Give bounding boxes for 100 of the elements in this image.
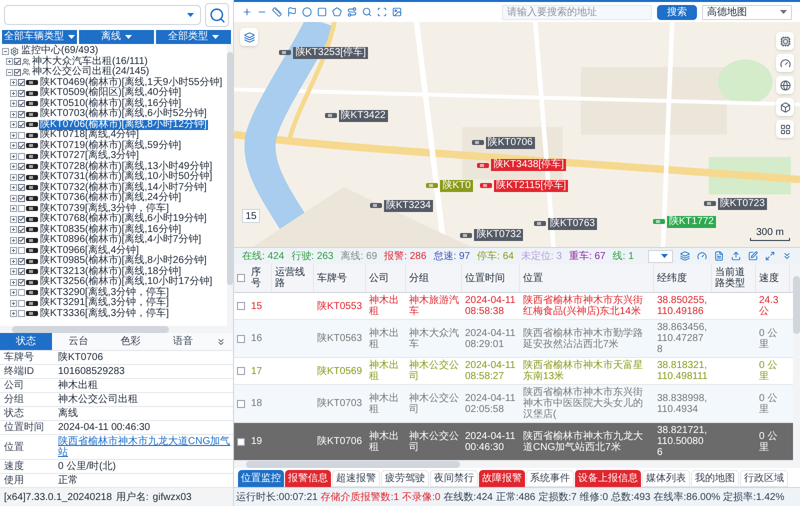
checkbox[interactable]	[18, 132, 25, 139]
column-header[interactable]: 位置时间	[462, 264, 520, 292]
expand-icon[interactable]	[10, 132, 17, 139]
tree-item[interactable]: 陕KT0509(榆阳区)[离线,40分钟]	[39, 88, 182, 98]
polygon-icon[interactable]	[332, 7, 342, 17]
tree-item[interactable]: 陕KT3336[离线,3分钟，停车]	[39, 308, 170, 319]
status-count[interactable]: 怠速: 97	[433, 248, 470, 264]
tree-item[interactable]: 监控中心(69/493)	[20, 46, 100, 56]
tree-item[interactable]: 神木公交公司出租(24/145)	[31, 67, 150, 78]
checkbox[interactable]	[237, 334, 245, 342]
expand-icon[interactable]	[10, 90, 17, 97]
checkbox[interactable]	[18, 289, 25, 296]
fullscreen-icon[interactable]	[377, 7, 387, 17]
tree-item[interactable]: 陕KT0469(榆林市)[离线,1天9小时55分钟]	[39, 78, 224, 88]
expand-icon[interactable]	[10, 174, 17, 181]
tab[interactable]: 行政区域	[740, 470, 788, 487]
checkbox[interactable]	[18, 247, 25, 254]
tree-item[interactable]: 神木大众汽车出租(16/111)	[31, 56, 149, 67]
tree-item[interactable]: 陕KT0966[离线,4分钟]	[39, 246, 140, 256]
status-count[interactable]: 重车: 67	[568, 248, 606, 264]
checkbox[interactable]	[18, 90, 25, 97]
tab[interactable]: 媒体列表	[642, 470, 690, 487]
checkbox[interactable]	[18, 121, 25, 128]
checkbox[interactable]	[18, 194, 25, 202]
tab[interactable]: 系统事件	[526, 470, 574, 487]
tab[interactable]: 位置监控	[238, 470, 284, 487]
vehicle-label[interactable]: 陕KT3422	[338, 110, 388, 122]
tab[interactable]: 报警信息	[285, 470, 331, 487]
checkbox[interactable]	[18, 268, 25, 276]
expand-icon[interactable]	[10, 152, 17, 160]
tree-item[interactable]: 陕KT0739[离线,3分钟，停车]	[39, 204, 170, 214]
checkbox[interactable]	[237, 438, 245, 446]
checkbox[interactable]	[14, 58, 21, 66]
vehicle-label[interactable]: 陕KT0723	[718, 198, 767, 210]
globe-icon[interactable]	[776, 76, 794, 94]
checkbox[interactable]	[237, 367, 245, 375]
checkbox[interactable]	[18, 310, 25, 318]
checkbox[interactable]	[18, 226, 25, 234]
checkbox[interactable]	[18, 100, 25, 108]
tab[interactable]: 超速报警	[332, 470, 380, 487]
collapse-icon[interactable]	[2, 48, 9, 55]
vehicle-label[interactable]: 陕KT3438[停车]	[491, 159, 566, 172]
checkbox[interactable]	[18, 258, 25, 265]
column-header[interactable]: 公司	[366, 264, 406, 292]
expand-icon[interactable]	[10, 100, 17, 108]
expand-icon[interactable]	[10, 236, 17, 244]
tree-item[interactable]: 陕KT3213(榆林市)[离线,18分钟]	[39, 266, 182, 277]
tree-item[interactable]: 陕KT0736(榆林市)[离线,24分钟]	[39, 193, 182, 204]
tree-item[interactable]: 陕KT0896(榆林市)[离线,4小时7分钟]	[39, 235, 202, 246]
plus-icon[interactable]	[242, 7, 252, 17]
checkbox[interactable]	[18, 205, 25, 212]
expand-icon[interactable]	[10, 278, 17, 286]
checkbox[interactable]	[18, 236, 25, 244]
column-header[interactable]: 车牌号	[314, 264, 366, 292]
checkbox[interactable]	[18, 278, 25, 286]
checkbox[interactable]	[18, 216, 25, 223]
map-type-select[interactable]: 高德地图	[702, 4, 792, 20]
expand-icon[interactable]	[10, 142, 17, 150]
checkbox[interactable]	[18, 300, 25, 307]
image-icon[interactable]	[392, 7, 402, 17]
tree-item[interactable]: 陕KT0985(榆林市)[离线,8小时26分钟]	[39, 256, 208, 266]
expand-icon[interactable]	[10, 184, 17, 192]
expand-icon[interactable]	[10, 79, 17, 86]
collapse-icon[interactable]	[6, 68, 13, 76]
tree-item[interactable]: 陕KT0768(榆林市)[离线,6小时19分钟]	[39, 214, 208, 224]
checkbox[interactable]	[237, 302, 245, 310]
tree-item[interactable]: 陕KT0718[离线,4分钟]	[39, 130, 140, 140]
tree-item[interactable]: 陕KT0732(榆林市)[离线,14小时7分钟]	[39, 182, 208, 193]
expand-icon[interactable]	[10, 268, 17, 276]
tab[interactable]: 色彩	[104, 333, 157, 350]
expand-icon[interactable]	[10, 300, 17, 307]
tree-item[interactable]: 陕KT3256(榆林市)[离线,10小时17分钟]	[39, 277, 214, 288]
search-button[interactable]: 搜索	[657, 4, 697, 20]
route-icon[interactable]	[347, 7, 357, 17]
filter-dropdown[interactable]: 全部类型	[156, 30, 231, 44]
tree-item[interactable]: 陕KT0835(榆林市)[离线,16分钟]	[39, 224, 182, 235]
tab[interactable]: 我的地图	[691, 470, 739, 487]
column-header[interactable]: 分组	[406, 264, 462, 292]
square-icon[interactable]	[317, 7, 327, 17]
tree-item[interactable]: 陕KT3291[离线,3分钟，停车]	[39, 298, 170, 308]
scrollbar[interactable]	[0, 326, 233, 333]
column-header[interactable]: 经纬度	[654, 264, 712, 292]
checkbox[interactable]	[237, 274, 245, 282]
search-icon[interactable]	[362, 7, 372, 17]
tab[interactable]: 夜间禁行	[430, 470, 478, 487]
grid-icon[interactable]	[776, 120, 794, 138]
expand-icon[interactable]	[765, 251, 775, 261]
ruler-icon[interactable]	[272, 7, 282, 17]
tab[interactable]: 状态	[0, 333, 52, 350]
filter-dropdown[interactable]: 离线	[79, 30, 154, 44]
vehicle-label[interactable]: 陕KT3234	[384, 200, 433, 212]
column-header[interactable]: 当前道路类型	[712, 264, 756, 292]
chip-icon[interactable]	[776, 32, 794, 50]
expand-icon[interactable]	[10, 310, 17, 318]
filter-dropdown[interactable]: 全部车辆类型	[2, 30, 77, 44]
column-header[interactable]: 运营线路	[272, 264, 314, 292]
checkbox[interactable]	[18, 152, 25, 160]
checkbox[interactable]	[18, 184, 25, 192]
vehicle-label[interactable]: 陕KT3253[停车]	[293, 46, 368, 59]
gauge-icon[interactable]	[697, 251, 707, 261]
